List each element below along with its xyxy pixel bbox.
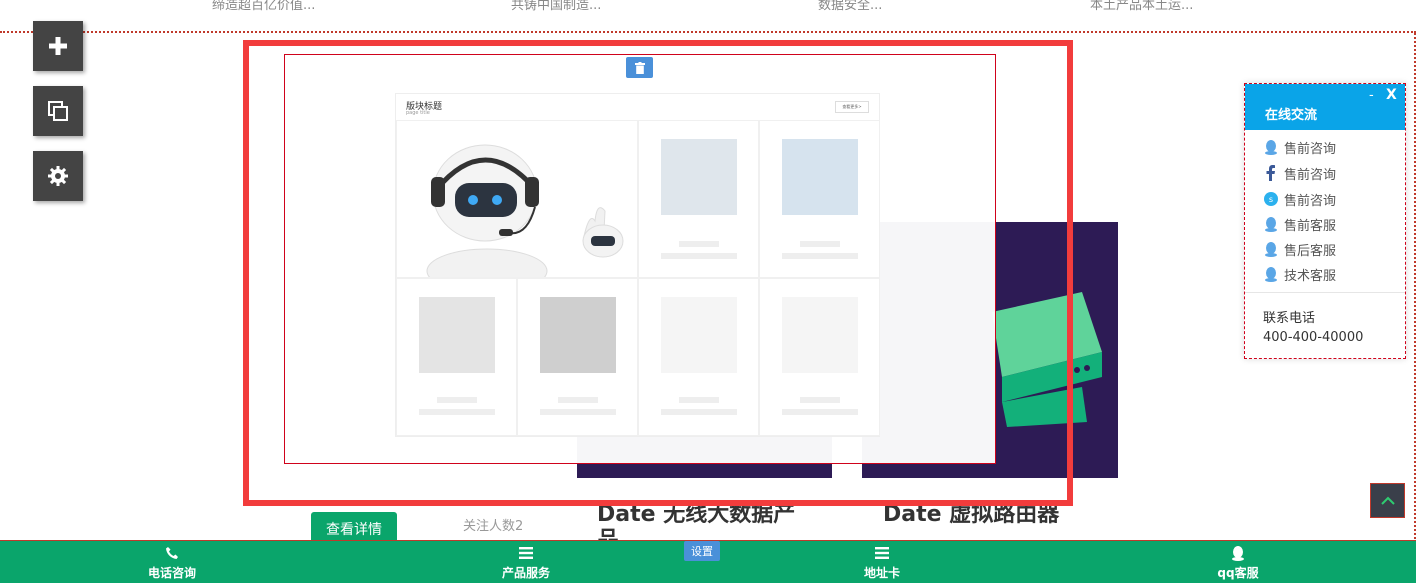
bottom-nav-qq[interactable]: qq客服: [1178, 543, 1298, 581]
page: 缔造超百亿价值... 共铸中国制造... 数据安全... 本土产品本土运... …: [0, 0, 1416, 583]
preview-card: [638, 278, 759, 436]
qq-icon: [1263, 216, 1279, 232]
chat-close-button[interactable]: X: [1386, 87, 1397, 103]
preview-feature-image: [396, 120, 638, 294]
qq-icon: [1263, 241, 1279, 257]
back-to-top-button[interactable]: [1370, 483, 1405, 518]
preview-card: [396, 278, 517, 436]
copy-block-button[interactable]: [33, 86, 83, 136]
skype-icon: s: [1263, 191, 1279, 207]
bottom-nav-label: qq客服: [1217, 566, 1259, 580]
settings-badge-button[interactable]: 设置: [684, 541, 720, 561]
trash-icon: [634, 61, 645, 74]
svg-text:s: s: [1269, 195, 1273, 204]
chat-contact-label: 售前咨询: [1284, 193, 1337, 209]
preview-subtitle: page title: [406, 110, 430, 116]
gear-icon: [48, 166, 68, 186]
news-item[interactable]: 缔造超百亿价值...: [212, 0, 315, 13]
preview-card: [759, 120, 880, 278]
chat-contact-label: 技术客服: [1284, 268, 1337, 284]
news-item[interactable]: 本土产品本土运...: [1090, 0, 1193, 13]
chat-contact-label: 售前客服: [1284, 218, 1337, 234]
preview-card: [517, 278, 638, 436]
bottom-nav-label: 产品服务: [501, 566, 550, 580]
qq-icon: [1178, 543, 1298, 563]
qq-icon: [1263, 139, 1279, 155]
bottom-nav-address[interactable]: 地址卡: [822, 543, 942, 581]
preview-more-button: 查看更多>: [835, 101, 869, 113]
chat-contact-item[interactable]: 售前咨询: [1263, 163, 1336, 183]
followers-count: 关注人数2: [463, 519, 524, 534]
facebook-icon: [1263, 165, 1279, 181]
online-chat-panel: 在线交流 - X 售前咨询 售前咨询 s 售前咨询 售前客服 售后客服 技术客服: [1244, 83, 1406, 359]
bottom-nav-phone[interactable]: 电话咨询: [112, 543, 232, 581]
chat-title: 在线交流: [1265, 108, 1318, 123]
bottom-nav-products[interactable]: 产品服务: [466, 543, 586, 581]
phone-label: 联系电话: [1263, 311, 1316, 326]
add-block-button[interactable]: [33, 21, 83, 71]
chat-contact-item[interactable]: 售前客服: [1263, 214, 1336, 234]
bottom-nav-label: 地址卡: [863, 566, 900, 580]
robot-headset-image: [426, 144, 624, 294]
chat-contact-label: 售后客服: [1284, 243, 1337, 259]
menu-icon: [822, 543, 942, 563]
delete-block-button[interactable]: [626, 57, 653, 78]
news-item[interactable]: 数据安全...: [818, 0, 882, 13]
chat-contact-item[interactable]: 售前咨询: [1263, 137, 1336, 157]
chat-header: 在线交流 - X: [1245, 84, 1405, 130]
copy-icon: [48, 101, 68, 121]
menu-icon: [466, 543, 586, 563]
phone-icon: [112, 543, 232, 563]
chat-divider: [1245, 292, 1405, 293]
top-news-strip: 缔造超百亿价值... 共铸中国制造... 数据安全... 本土产品本土运...: [0, 0, 1416, 33]
chat-contact-item[interactable]: s 售前咨询: [1263, 189, 1336, 209]
preview-card: [759, 278, 880, 436]
chat-contact-item[interactable]: 售后客服: [1263, 239, 1336, 259]
qq-icon: [1263, 266, 1279, 282]
chevron-up-icon: [1380, 496, 1395, 505]
phone-number[interactable]: 400-400-40000: [1263, 330, 1363, 345]
news-item[interactable]: 共铸中国制造...: [511, 0, 601, 13]
template-preview[interactable]: 版块标题 page title 查看更多>: [395, 93, 880, 437]
chat-contact-label: 售前咨询: [1284, 141, 1337, 157]
plus-icon: [49, 37, 67, 55]
chat-minimize-button[interactable]: -: [1369, 88, 1374, 103]
settings-button[interactable]: [33, 151, 83, 201]
chat-contact-item[interactable]: 技术客服: [1263, 264, 1336, 284]
preview-card: [638, 120, 759, 278]
chat-contact-label: 售前咨询: [1284, 167, 1337, 183]
bottom-nav-label: 电话咨询: [147, 566, 196, 580]
